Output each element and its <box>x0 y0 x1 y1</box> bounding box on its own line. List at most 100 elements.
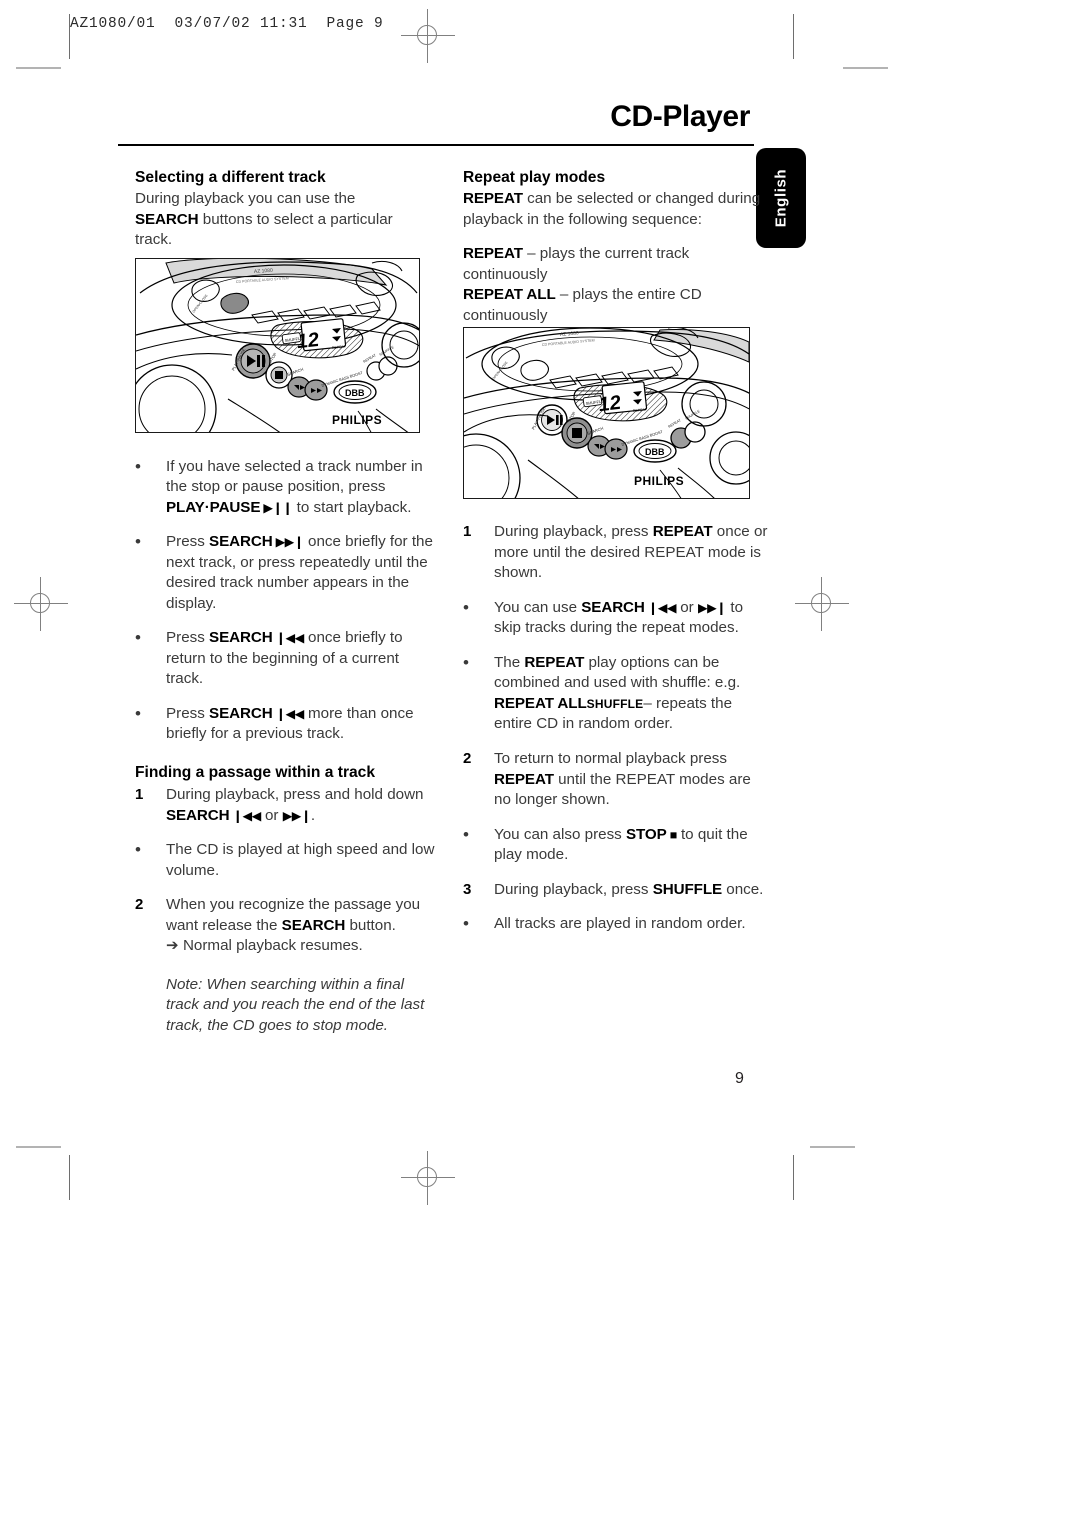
repeat-bold: REPEAT <box>463 190 523 208</box>
bullet-text-a: Press <box>166 629 210 647</box>
cd-player-drawing: AZ 1080 CD PORTABLE AUDIO SYSTEM OPEN•CL… <box>464 328 749 498</box>
repeat-bold: REPEAT <box>494 770 554 788</box>
heading-finding-passage: Finding a passage within a track <box>135 764 376 781</box>
cd-player-illustration-left: AZ 1080 CD PORTABLE AUDIO SYSTEM OPEN•CL… <box>135 258 420 433</box>
intro-paragraph-right: REPEAT can be selected or changed during… <box>463 189 768 230</box>
step-mid: or <box>676 598 698 616</box>
step-marker: 3 <box>463 880 472 898</box>
language-tab-label: English <box>772 168 790 228</box>
list-item: 2 To return to normal playback press REP… <box>463 749 768 811</box>
heading-repeat-play-modes: Repeat play modes <box>463 169 606 186</box>
list-item: • You can use SEARCH ❙◀◀ or ▶▶❙ to skip … <box>463 598 768 639</box>
stop-bold: STOP <box>626 825 667 843</box>
list-item: • Press SEARCH ❙◀◀ more than once briefl… <box>135 704 440 745</box>
step-text-b: . <box>310 806 316 824</box>
previous-track-icon: ❙◀◀ <box>229 808 262 823</box>
bullet-marker: • <box>463 597 469 617</box>
list-item: • The CD is played at high speed and low… <box>135 840 440 881</box>
list-item: 1 During playback, press and hold down S… <box>135 785 440 826</box>
bullet-marker: • <box>463 914 469 934</box>
search-bold: SEARCH <box>209 629 273 647</box>
stop-icon: ■ <box>666 827 678 842</box>
step-text-b: button. <box>345 916 396 934</box>
step-marker: 1 <box>135 786 144 804</box>
shuffle-bold: SHUFFLE <box>652 880 723 898</box>
bullet-text-a: Press <box>166 704 210 722</box>
play-pause-icon: ▶❙❙ <box>260 500 293 515</box>
repeat-all-bold: REPEAT ALL <box>494 694 587 712</box>
right-column: Repeat play modes REPEAT can be selected… <box>463 168 768 935</box>
playpause-bold: PLAY·PAUSE <box>166 498 261 516</box>
step-text-a: To return to normal playback press <box>494 750 727 767</box>
shuffle-smallcaps: SHUFFLE <box>586 696 644 711</box>
repeat-mode-2-bold: REPEAT ALL <box>463 286 556 304</box>
search-bold-1: SEARCH <box>135 210 199 228</box>
repeat-mode-2: REPEAT ALL – plays the entire CD continu… <box>463 285 768 326</box>
page-number: 9 <box>735 1070 744 1087</box>
step-mid: or <box>260 806 283 824</box>
svg-text:PHILIPS: PHILIPS <box>634 474 684 488</box>
step-marker: 2 <box>463 750 472 767</box>
search-bold: SEARCH <box>209 533 273 551</box>
bullet-marker: • <box>463 652 469 672</box>
step-text-a: During playback, press <box>494 523 653 541</box>
search-bold: SEARCH <box>166 806 230 824</box>
svg-text:DBB: DBB <box>645 447 665 457</box>
heading-selecting-track: Selecting a different track <box>135 169 326 186</box>
cd-player-drawing: AZ 1080 CD PORTABLE AUDIO SYSTEM OPEN•CL… <box>136 259 419 432</box>
bullet-marker: • <box>135 703 141 723</box>
previous-track-icon: ❙◀◀ <box>272 706 305 721</box>
cd-player-illustration-right: AZ 1080 CD PORTABLE AUDIO SYSTEM OPEN•CL… <box>463 327 750 499</box>
intro-line-3: track. <box>135 231 173 249</box>
list-item: 3 During playback, press SHUFFLE once. <box>463 880 768 901</box>
search-bold: SEARCH <box>581 598 645 616</box>
repeat-bold: REPEAT <box>524 653 585 671</box>
bullet-text-a: The CD is played at high speed and low v… <box>166 841 435 879</box>
bullet-marker: • <box>463 824 469 844</box>
repeat-mode-1-bold: REPEAT <box>463 245 523 263</box>
intro-paragraph-left: During playback you can use the SEARCH b… <box>135 189 440 251</box>
intro-line-1: During playback you can use the <box>135 190 356 208</box>
bullet-marker: • <box>135 628 141 648</box>
svg-text:DBB: DBB <box>345 388 365 398</box>
list-item: • If you have selected a track number in… <box>135 457 440 519</box>
result-line: ➔ Normal playback resumes. <box>166 937 363 955</box>
list-item: • Press SEARCH ❙◀◀ once briefly to retur… <box>135 628 440 690</box>
bullet-text-b: to start playback. <box>292 498 412 516</box>
svg-text:PHILIPS: PHILIPS <box>332 413 382 427</box>
step-marker: 2 <box>135 896 144 914</box>
step-marker: 1 <box>463 523 472 541</box>
bullet-marker: • <box>135 840 141 860</box>
step-text-a: During playback, press and hold down <box>166 786 424 804</box>
next-track-icon: ▶▶❙ <box>282 808 312 823</box>
list-item: 2 When you recognize the passage you wan… <box>135 895 440 957</box>
step-text-a: During playback, press <box>494 880 653 898</box>
intro-line-2: buttons to select a particular <box>198 210 393 228</box>
search-bold: SEARCH <box>281 916 346 934</box>
bullet-marker: • <box>135 532 141 552</box>
next-track-icon: ▶▶❙ <box>697 600 727 615</box>
note-text: Note: When searching within a final trac… <box>166 975 425 1034</box>
list-item: • Press SEARCH ▶▶❙ once briefly for the … <box>135 532 440 614</box>
list-item: • You can also press STOP ■ to quit the … <box>463 825 768 866</box>
previous-track-icon: ❙◀◀ <box>272 631 305 646</box>
search-bold: SEARCH <box>209 704 273 722</box>
title-rule <box>118 144 754 146</box>
bullet-marker: • <box>135 456 141 476</box>
page-title: CD-Player <box>610 100 750 133</box>
repeat-mode-1: REPEAT – plays the current track continu… <box>463 244 768 285</box>
bullet-text-a: You can use <box>494 598 582 616</box>
bullet-text-a: If you have selected a track number in t… <box>166 457 423 496</box>
bullet-text-a: Press <box>166 533 210 551</box>
previous-track-icon: ❙◀◀ <box>644 600 677 615</box>
bullet-text-a: All tracks are played in random order. <box>494 915 746 933</box>
repeat-bold: REPEAT <box>652 523 713 541</box>
bullet-text-a: The <box>494 653 525 671</box>
manual-page: CD-Player English Selecting a different … <box>0 0 1080 1528</box>
list-item: • All tracks are played in random order. <box>463 914 768 935</box>
bullet-text-a: You can also press <box>494 825 626 843</box>
list-item: • The REPEAT play options can be combine… <box>463 653 768 735</box>
list-item: 1 During playback, press REPEAT once or … <box>463 522 768 584</box>
next-track-icon: ▶▶❙ <box>272 535 305 550</box>
step-text-b: once. <box>722 880 764 898</box>
